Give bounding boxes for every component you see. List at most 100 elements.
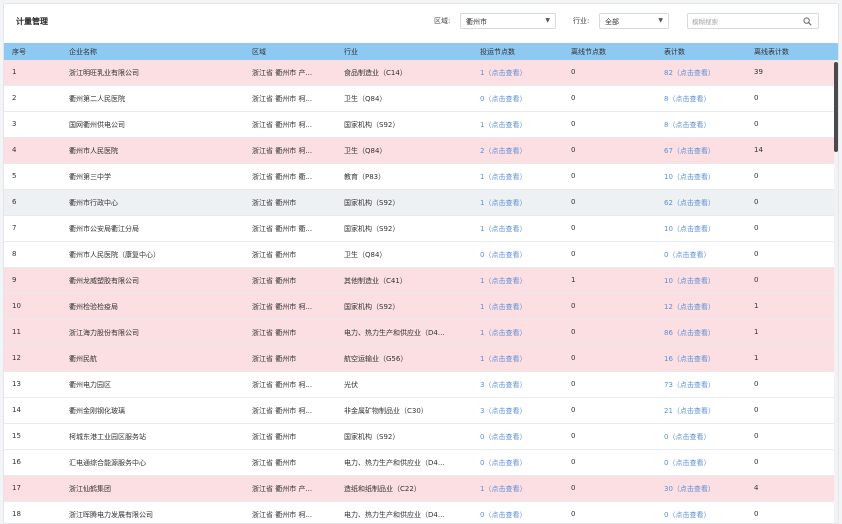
cell-nodes-link[interactable]: 0（点击查看） <box>480 458 526 468</box>
industry-select[interactable]: 全部 ▼ <box>599 13 669 29</box>
col-header-offline-nodes[interactable]: 离线节点数 <box>571 47 606 57</box>
cell-meters-link[interactable]: 16（点击查看） <box>664 354 715 364</box>
cell-region: 浙江省 衢州市 产... <box>252 69 313 77</box>
cell-nodes-link[interactable]: 1（点击查看） <box>480 276 526 286</box>
table-row[interactable]: 10 衢州检验检疫局 浙江省 衢州市 柯... 国家机构（S92） 1（点击查看） 0 12… <box>4 294 838 320</box>
cell-offline-nodes: 0 <box>571 484 576 492</box>
cell-nodes-link[interactable]: 0（点击查看） <box>480 94 526 104</box>
cell-offline-nodes: 1 <box>571 276 576 284</box>
cell-meters-link[interactable]: 12（点击查看） <box>664 302 715 312</box>
cell-industry: 国家机构（S92） <box>344 121 400 129</box>
table-row[interactable]: 11 浙江海力股份有限公司 浙江省 衢州市 电力、热力生产和供应业（D4... 1（点击… <box>4 320 838 346</box>
search-box <box>687 13 819 29</box>
cell-index: 11 <box>12 328 21 336</box>
table-row[interactable]: 13 衢州电力园区 浙江省 衢州市 柯... 光伏 3（点击查看） 0 73（点击查看） 0 <box>4 372 838 398</box>
cell-offline-nodes: 0 <box>571 120 576 128</box>
table-row[interactable]: 6 衢州市行政中心 浙江省 衢州市 国家机构（S92） 1（点击查看） 0 62（点击查看）… <box>4 190 838 216</box>
cell-meters-link[interactable]: 73（点击查看） <box>664 380 715 390</box>
cell-nodes-link[interactable]: 0（点击查看） <box>480 250 526 260</box>
cell-meters-link[interactable]: 86（点击查看） <box>664 328 715 338</box>
cell-industry: 国家机构（S92） <box>344 225 400 233</box>
cell-nodes-link[interactable]: 1（点击查看） <box>480 354 526 364</box>
cell-meters-link[interactable]: 0（点击查看） <box>664 432 710 442</box>
cell-index: 5 <box>12 172 17 180</box>
cell-offline-nodes: 0 <box>571 146 576 154</box>
cell-company-name: 浙江明旺乳业有限公司 <box>69 69 139 77</box>
cell-nodes-link[interactable]: 1（点击查看） <box>480 224 526 234</box>
table-row[interactable]: 14 衢州金刚钢化玻璃 浙江省 衢州市 柯... 非金属矿物制品业（C30） 3（点击查… <box>4 398 838 424</box>
cell-industry: 食品制造业（C14） <box>344 69 407 77</box>
cell-meters-link[interactable]: 62（点击查看） <box>664 198 715 208</box>
cell-industry: 卫生（Q84） <box>344 147 387 155</box>
table-row[interactable]: 17 浙江仙鹤集团 浙江省 衢州市 产... 造纸和纸制品业（C22） 1（点击查看） 0… <box>4 476 838 502</box>
filter-toolbar: 计量管理 区域: 衢州市 ▼ 行业: 全部 ▼ <box>4 4 838 38</box>
col-header-company[interactable]: 企业名称 <box>69 47 97 57</box>
cell-nodes-link[interactable]: 3（点击查看） <box>480 406 526 416</box>
region-select[interactable]: 衢州市 ▼ <box>460 13 556 29</box>
cell-offline-meters: 0 <box>754 432 759 440</box>
cell-meters-link[interactable]: 10（点击查看） <box>664 276 715 286</box>
col-header-industry[interactable]: 行业 <box>344 47 358 57</box>
cell-meters-link[interactable]: 8（点击查看） <box>664 120 710 130</box>
metering-panel: 计量管理 区域: 衢州市 ▼ 行业: 全部 ▼ 序号 企业名称 区域 行业 投运… <box>3 3 839 524</box>
cell-index: 13 <box>12 380 21 388</box>
cell-company-name: 衢州龙威塑胶有限公司 <box>69 277 139 285</box>
search-icon[interactable] <box>803 17 812 26</box>
col-header-meters[interactable]: 表计数 <box>664 47 685 57</box>
table-row[interactable]: 1 浙江明旺乳业有限公司 浙江省 衢州市 产... 食品制造业（C14） 1（点击查看）… <box>4 60 838 86</box>
cell-company-name: 衢州市人民医院 <box>69 147 118 155</box>
table-row[interactable]: 15 柯城东港工业园区服务站 浙江省 衢州市 国家机构（S92） 0（点击查看） 0 0（点… <box>4 424 838 450</box>
region-label: 区域: <box>434 17 451 25</box>
cell-nodes-link[interactable]: 2（点击查看） <box>480 146 526 156</box>
cell-meters-link[interactable]: 30（点击查看） <box>664 484 715 494</box>
cell-nodes-link[interactable]: 1（点击查看） <box>480 328 526 338</box>
col-header-index[interactable]: 序号 <box>12 47 26 57</box>
cell-meters-link[interactable]: 0（点击查看） <box>664 510 710 520</box>
cell-meters-link[interactable]: 8（点击查看） <box>664 94 710 104</box>
cell-nodes-link[interactable]: 3（点击查看） <box>480 380 526 390</box>
cell-company-name: 衢州第二人民医院 <box>69 95 125 103</box>
table-row[interactable]: 2 衢州第二人民医院 浙江省 衢州市 柯... 卫生（Q84） 0（点击查看） 0 8（点击… <box>4 86 838 112</box>
cell-offline-nodes: 0 <box>571 354 576 362</box>
cell-meters-link[interactable]: 10（点击查看） <box>664 172 715 182</box>
col-header-region[interactable]: 区域 <box>252 47 266 57</box>
table-row[interactable]: 5 衢州第三中学 浙江省 衢州市 衢... 教育（P83） 1（点击查看） 0 10（点击查… <box>4 164 838 190</box>
cell-index: 6 <box>12 198 17 206</box>
search-input[interactable] <box>692 16 792 27</box>
cell-company-name: 衢州民航 <box>69 355 97 363</box>
cell-company-name: 衢州电力园区 <box>69 381 111 389</box>
vertical-scrollbar[interactable] <box>834 60 838 523</box>
table-row[interactable]: 18 浙江晖腾电力发展有限公司 浙江省 衢州市 柯... 电力、热力生产和供应业（D4… <box>4 502 838 523</box>
col-header-nodes[interactable]: 投运节点数 <box>480 47 515 57</box>
cell-meters-link[interactable]: 10（点击查看） <box>664 224 715 234</box>
cell-meters-link[interactable]: 21（点击查看） <box>664 406 715 416</box>
cell-nodes-link[interactable]: 1（点击查看） <box>480 484 526 494</box>
cell-meters-link[interactable]: 0（点击查看） <box>664 250 710 260</box>
table-row[interactable]: 8 衢州市人民医院（康复中心） 浙江省 衢州市 卫生（Q84） 0（点击查看） 0 0（点击… <box>4 242 838 268</box>
cell-nodes-link[interactable]: 0（点击查看） <box>480 510 526 520</box>
table-row[interactable]: 3 国网衢州供电公司 浙江省 衢州市 柯... 国家机构（S92） 1（点击查看） 0 8（… <box>4 112 838 138</box>
table-row[interactable]: 4 衢州市人民医院 浙江省 衢州市 柯... 卫生（Q84） 2（点击查看） 0 67（点击… <box>4 138 838 164</box>
table-row[interactable]: 7 衢州市公安局衢江分局 浙江省 衢州市 衢... 国家机构（S92） 1（点击查看） 0… <box>4 216 838 242</box>
scrollbar-thumb[interactable] <box>834 62 838 152</box>
cell-meters-link[interactable]: 67（点击查看） <box>664 146 715 156</box>
cell-meters-link[interactable]: 82（点击查看） <box>664 68 715 78</box>
cell-offline-meters: 0 <box>754 172 759 180</box>
region-select-value: 衢州市 <box>466 18 487 26</box>
table-row[interactable]: 12 衢州民航 浙江省 衢州市 航空运输业（G56） 1（点击查看） 0 16（点击查看） 1 <box>4 346 838 372</box>
cell-nodes-link[interactable]: 1（点击查看） <box>480 172 526 182</box>
cell-region: 浙江省 衢州市 柯... <box>252 95 313 103</box>
cell-industry: 国家机构（S92） <box>344 199 400 207</box>
table-row[interactable]: 9 衢州龙威塑胶有限公司 浙江省 衢州市 其他制造业（C41） 1（点击查看） 1 10（点… <box>4 268 838 294</box>
cell-nodes-link[interactable]: 1（点击查看） <box>480 120 526 130</box>
chevron-down-icon: ▼ <box>658 17 663 24</box>
cell-nodes-link[interactable]: 1（点击查看） <box>480 198 526 208</box>
cell-nodes-link[interactable]: 1（点击查看） <box>480 302 526 312</box>
table-row[interactable]: 16 汇电通综合能源服务中心 浙江省 衢州市 电力、热力生产和供应业（D4... 0（点… <box>4 450 838 476</box>
col-header-offline-meters[interactable]: 离线表计数 <box>754 47 789 57</box>
cell-meters-link[interactable]: 0（点击查看） <box>664 458 710 468</box>
cell-index: 15 <box>12 432 21 440</box>
cell-nodes-link[interactable]: 1（点击查看） <box>480 68 526 78</box>
cell-nodes-link[interactable]: 0（点击查看） <box>480 432 526 442</box>
cell-region: 浙江省 衢州市 <box>252 277 297 285</box>
